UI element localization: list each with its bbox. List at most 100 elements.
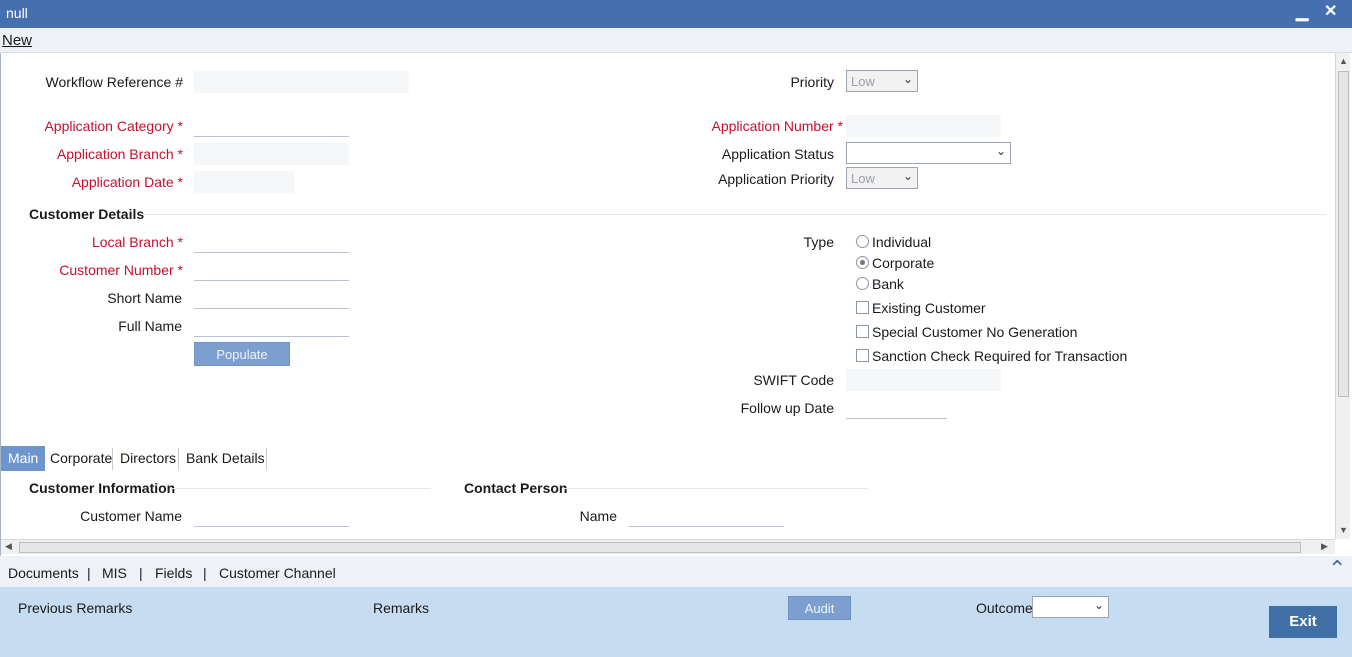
application-number-text: Application Number bbox=[711, 118, 834, 134]
scroll-right-icon[interactable]: ▶ bbox=[1321, 541, 1328, 552]
application-status-label: Application Status bbox=[721, 146, 834, 162]
existing-customer-checkbox[interactable] bbox=[856, 301, 869, 314]
follow-up-date-field[interactable] bbox=[846, 397, 947, 419]
divider bbox=[141, 214, 1326, 215]
customer-channel-link[interactable]: Customer Channel bbox=[219, 565, 336, 581]
priority-select[interactable]: Low ⌄ bbox=[846, 70, 918, 92]
divider bbox=[563, 488, 868, 489]
audit-button[interactable]: Audit bbox=[788, 596, 851, 620]
required-marker: * bbox=[177, 174, 183, 190]
window-titlebar: null ▁ ✕ bbox=[0, 0, 1352, 28]
sanction-check-label: Sanction Check Required for Transaction bbox=[872, 348, 1128, 364]
required-marker: * bbox=[177, 262, 183, 278]
link-separator: | bbox=[203, 565, 207, 581]
tab-main[interactable]: Main bbox=[1, 446, 46, 471]
remarks-link[interactable]: Remarks bbox=[373, 600, 429, 616]
chevron-down-icon: ⌄ bbox=[995, 144, 1006, 158]
minimize-icon[interactable]: ▁ bbox=[1296, 2, 1308, 22]
application-date-label: Application Date * bbox=[21, 174, 183, 190]
application-number-label: Application Number * bbox=[691, 118, 843, 134]
full-name-label: Full Name bbox=[118, 318, 182, 334]
customer-number-label: Customer Number * bbox=[21, 262, 183, 278]
link-separator: | bbox=[87, 565, 91, 581]
contact-name-label: Name bbox=[579, 508, 617, 524]
application-date-text: Application Date bbox=[71, 174, 174, 190]
swift-code-label: SWIFT Code bbox=[753, 372, 834, 388]
links-bar: Documents | MIS | Fields | Customer Chan… bbox=[0, 556, 1352, 587]
special-customer-label: Special Customer No Generation bbox=[872, 324, 1078, 340]
workflow-reference-label: Workflow Reference # bbox=[45, 74, 183, 90]
previous-remarks-link[interactable]: Previous Remarks bbox=[18, 600, 132, 616]
priority-label: Priority bbox=[790, 74, 834, 90]
tab-directors[interactable]: Directors bbox=[113, 446, 183, 471]
special-customer-checkbox[interactable] bbox=[856, 325, 869, 338]
local-branch-text: Local Branch bbox=[91, 234, 174, 250]
application-category-label: Application Category * bbox=[21, 118, 183, 134]
application-branch-field[interactable] bbox=[194, 143, 349, 165]
application-status-select[interactable]: ⌄ bbox=[846, 142, 1011, 164]
new-link[interactable]: New bbox=[2, 32, 32, 49]
follow-up-date-label: Follow up Date bbox=[740, 400, 834, 416]
application-date-field[interactable] bbox=[194, 171, 294, 193]
application-priority-label: Application Priority bbox=[718, 171, 834, 187]
type-corporate-radio[interactable] bbox=[856, 256, 869, 269]
type-bank-radio[interactable] bbox=[856, 277, 869, 290]
mis-link[interactable]: MIS bbox=[102, 565, 127, 581]
sanction-check-checkbox[interactable] bbox=[856, 349, 869, 362]
vertical-scrollbar[interactable]: ▲ ▼ bbox=[1335, 53, 1350, 539]
priority-value: Low bbox=[851, 74, 875, 89]
application-number-field[interactable] bbox=[846, 115, 1001, 137]
tab-bank-details[interactable]: Bank Details bbox=[179, 446, 272, 471]
scroll-up-icon[interactable]: ▲ bbox=[1339, 56, 1348, 66]
required-marker: * bbox=[177, 146, 183, 162]
customer-information-heading: Customer Information bbox=[29, 480, 176, 496]
application-branch-text: Application Branch bbox=[56, 146, 174, 162]
form-frame: Workflow Reference # Priority Low ⌄ Appl… bbox=[0, 53, 1352, 556]
tab-separator bbox=[266, 448, 267, 470]
tab-corporate[interactable]: Corporate bbox=[43, 446, 119, 471]
short-name-field[interactable] bbox=[194, 287, 349, 309]
menu-bar: New bbox=[0, 28, 1352, 53]
vertical-scroll-thumb[interactable] bbox=[1338, 71, 1349, 397]
full-name-field[interactable] bbox=[194, 315, 349, 337]
chevron-down-icon: ⌄ bbox=[902, 72, 913, 86]
customer-name-field[interactable] bbox=[194, 505, 349, 527]
swift-code-field[interactable] bbox=[846, 369, 1001, 391]
type-label: Type bbox=[803, 234, 834, 250]
application-category-text: Application Category bbox=[44, 118, 174, 134]
customer-name-label: Customer Name bbox=[80, 508, 182, 524]
chevron-up-icon[interactable]: ⌃ bbox=[1328, 556, 1346, 582]
link-separator: | bbox=[139, 565, 143, 581]
required-marker: * bbox=[177, 118, 183, 134]
divider bbox=[171, 488, 431, 489]
application-priority-value: Low bbox=[851, 171, 875, 186]
footer-bar: Previous Remarks Remarks Audit Outcome ⌄… bbox=[0, 587, 1352, 657]
exit-button[interactable]: Exit bbox=[1269, 606, 1337, 638]
horizontal-scroll-thumb[interactable] bbox=[19, 542, 1301, 553]
fields-link[interactable]: Fields bbox=[155, 565, 192, 581]
workflow-reference-field[interactable] bbox=[194, 71, 409, 93]
outcome-label: Outcome bbox=[976, 600, 1033, 616]
customer-number-text: Customer Number bbox=[59, 262, 174, 278]
scroll-down-icon[interactable]: ▼ bbox=[1339, 525, 1348, 535]
documents-link[interactable]: Documents bbox=[8, 565, 79, 581]
outcome-select[interactable]: ⌄ bbox=[1032, 596, 1109, 618]
horizontal-scrollbar[interactable]: ◀ ▶ bbox=[1, 539, 1335, 554]
type-corporate-label: Corporate bbox=[872, 255, 935, 271]
close-icon[interactable]: ✕ bbox=[1324, 1, 1337, 21]
local-branch-field[interactable] bbox=[194, 231, 349, 253]
type-individual-label: Individual bbox=[872, 234, 932, 250]
customer-number-field[interactable] bbox=[194, 259, 349, 281]
type-individual-radio[interactable] bbox=[856, 235, 869, 248]
required-marker: * bbox=[177, 234, 183, 250]
application-category-field[interactable] bbox=[194, 115, 349, 137]
window-title: null bbox=[6, 5, 28, 21]
customer-details-heading: Customer Details bbox=[29, 206, 145, 222]
scroll-left-icon[interactable]: ◀ bbox=[5, 541, 12, 552]
application-branch-label: Application Branch * bbox=[21, 146, 183, 162]
application-priority-select[interactable]: Low ⌄ bbox=[846, 167, 918, 189]
populate-button[interactable]: Populate bbox=[194, 342, 290, 366]
required-marker: * bbox=[837, 118, 843, 134]
contact-name-field[interactable] bbox=[629, 505, 784, 527]
type-bank-label: Bank bbox=[872, 276, 904, 292]
